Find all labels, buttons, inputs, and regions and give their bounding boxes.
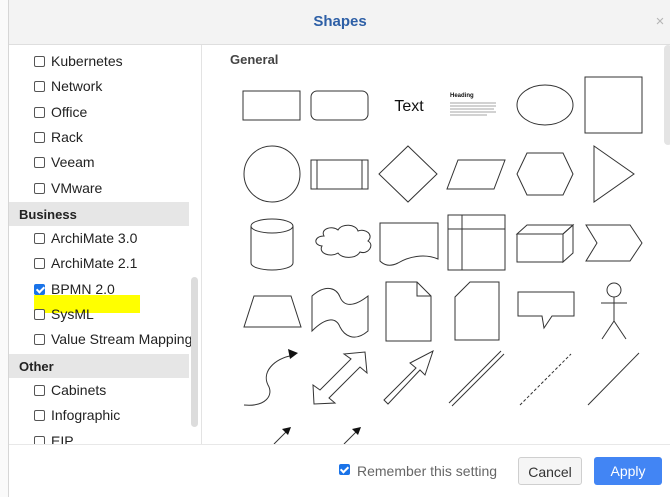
library-item-label: EIP <box>51 432 74 445</box>
textbox-icon: Heading <box>450 93 496 116</box>
library-item-label: Veeam <box>51 154 95 171</box>
tape-icon <box>311 287 369 338</box>
section-label: Other <box>19 358 54 374</box>
library-item[interactable]: Kubernetes <box>9 49 189 74</box>
library-item-label: Infographic <box>51 407 121 424</box>
dashed-line-icon <box>519 353 572 406</box>
text-icon: Text <box>394 98 424 115</box>
hexagon-icon <box>516 152 574 196</box>
line-icon <box>587 352 640 406</box>
trapezoid-icon <box>243 295 302 328</box>
ellipse-icon <box>516 84 574 126</box>
arrow-icon <box>383 349 434 405</box>
section-header: Other <box>9 353 189 378</box>
internal-storage-icon <box>447 214 506 271</box>
library-item-label: Kubernetes <box>51 53 123 69</box>
library-checkbox[interactable] <box>34 410 45 422</box>
cancel-button[interactable]: Cancel <box>518 457 582 485</box>
shapes-grid: Text Heading <box>242 76 643 444</box>
library-item-label: ArchiMate 3.0 <box>51 230 138 247</box>
library-checkbox[interactable] <box>34 334 45 346</box>
library-item[interactable]: Office <box>9 100 189 125</box>
library-item[interactable]: ArchiMate 2.1 <box>9 251 189 276</box>
remember-checkbox[interactable] <box>339 464 350 475</box>
content-scrollbar[interactable] <box>664 45 670 145</box>
square-icon <box>584 76 643 134</box>
library-item[interactable]: BPMN 2.0 <box>9 277 189 302</box>
library-item[interactable]: Rack <box>9 125 189 150</box>
library-item[interactable]: Value Stream Mapping <box>9 327 193 352</box>
library-sidebar: Kubernetes Network Office Rack Veeam VMware Bu… <box>9 45 201 444</box>
library-item-label: VMware <box>51 179 103 196</box>
cylinder-icon <box>250 218 294 271</box>
library-item-label: Value Stream Mapping <box>51 331 193 348</box>
dialog-title: Shapes <box>313 13 367 30</box>
shapes-preview: General Text Heading <box>201 45 670 444</box>
library-item-label: ArchiMate 2.1 <box>51 255 138 272</box>
dialog-footer: Remember this setting Cancel Apply <box>9 444 670 498</box>
library-checkbox[interactable] <box>34 106 45 118</box>
cloud-icon <box>315 224 372 258</box>
library-item-label: SysML <box>51 306 94 322</box>
library-checkbox[interactable] <box>34 233 45 245</box>
library-item-label: BPMN 2.0 <box>51 280 115 297</box>
rounded-rectangle-icon <box>310 90 369 121</box>
heading-shape-label: Heading <box>450 93 474 99</box>
parallelogram-icon <box>446 159 506 190</box>
library-checkbox[interactable] <box>34 309 45 320</box>
circle-icon <box>243 145 301 203</box>
library-checkbox[interactable] <box>34 384 45 396</box>
triangle-icon <box>593 145 635 203</box>
library-checkbox[interactable] <box>34 182 45 194</box>
background-window-edge <box>0 0 8 497</box>
library-checkbox[interactable] <box>34 56 45 67</box>
close-icon[interactable]: × <box>653 13 667 30</box>
apply-button[interactable]: Apply <box>594 457 662 485</box>
library-checkbox[interactable] <box>34 131 45 143</box>
shapes-dialog: Shapes × Kubernetes Network Office Rack Veea… <box>8 0 670 498</box>
library-item-label: Office <box>51 103 88 120</box>
library-item[interactable]: VMware <box>9 176 189 201</box>
sidebar-scrollbar[interactable] <box>191 277 198 427</box>
library-item-label: Rack <box>51 128 83 145</box>
library-checkbox[interactable] <box>34 258 45 270</box>
dialog-header: Shapes × <box>9 0 670 45</box>
curved-arrow-icon <box>243 349 298 406</box>
library-item[interactable]: EIP <box>9 429 189 445</box>
section-header: Business <box>9 201 189 226</box>
remember-label: Remember this setting <box>357 463 498 479</box>
library-item[interactable]: ArchiMate 3.0 <box>9 226 189 251</box>
library-item[interactable]: Cabinets <box>9 378 189 403</box>
connector-arrow-2-icon <box>343 427 361 444</box>
card-icon <box>454 281 500 341</box>
callout-icon <box>517 291 575 330</box>
library-item[interactable]: Network <box>9 74 189 99</box>
section-label: Business <box>19 206 77 222</box>
process-icon <box>310 159 369 190</box>
note-icon <box>385 281 432 342</box>
actor-icon <box>601 282 627 340</box>
library-item-label: Network <box>51 78 103 95</box>
library-item-label: Cabinets <box>51 381 107 398</box>
library-checkbox[interactable] <box>34 283 45 295</box>
library-item[interactable]: Infographic <box>9 403 189 428</box>
connector-arrow-icon <box>273 427 291 444</box>
document-icon <box>379 222 439 266</box>
library-item[interactable]: SysML <box>9 302 189 327</box>
library-item[interactable]: Veeam <box>9 150 189 175</box>
bidirectional-arrow-icon <box>312 351 368 405</box>
step-icon <box>585 224 643 262</box>
cube-icon <box>515 223 575 264</box>
text-shape-label: Text <box>394 98 424 115</box>
library-checkbox[interactable] <box>34 435 45 444</box>
diamond-icon <box>378 145 438 203</box>
rectangle-icon <box>242 90 301 121</box>
link-icon <box>448 350 505 407</box>
library-checkbox[interactable] <box>34 81 45 93</box>
library-checkbox[interactable] <box>34 157 45 169</box>
